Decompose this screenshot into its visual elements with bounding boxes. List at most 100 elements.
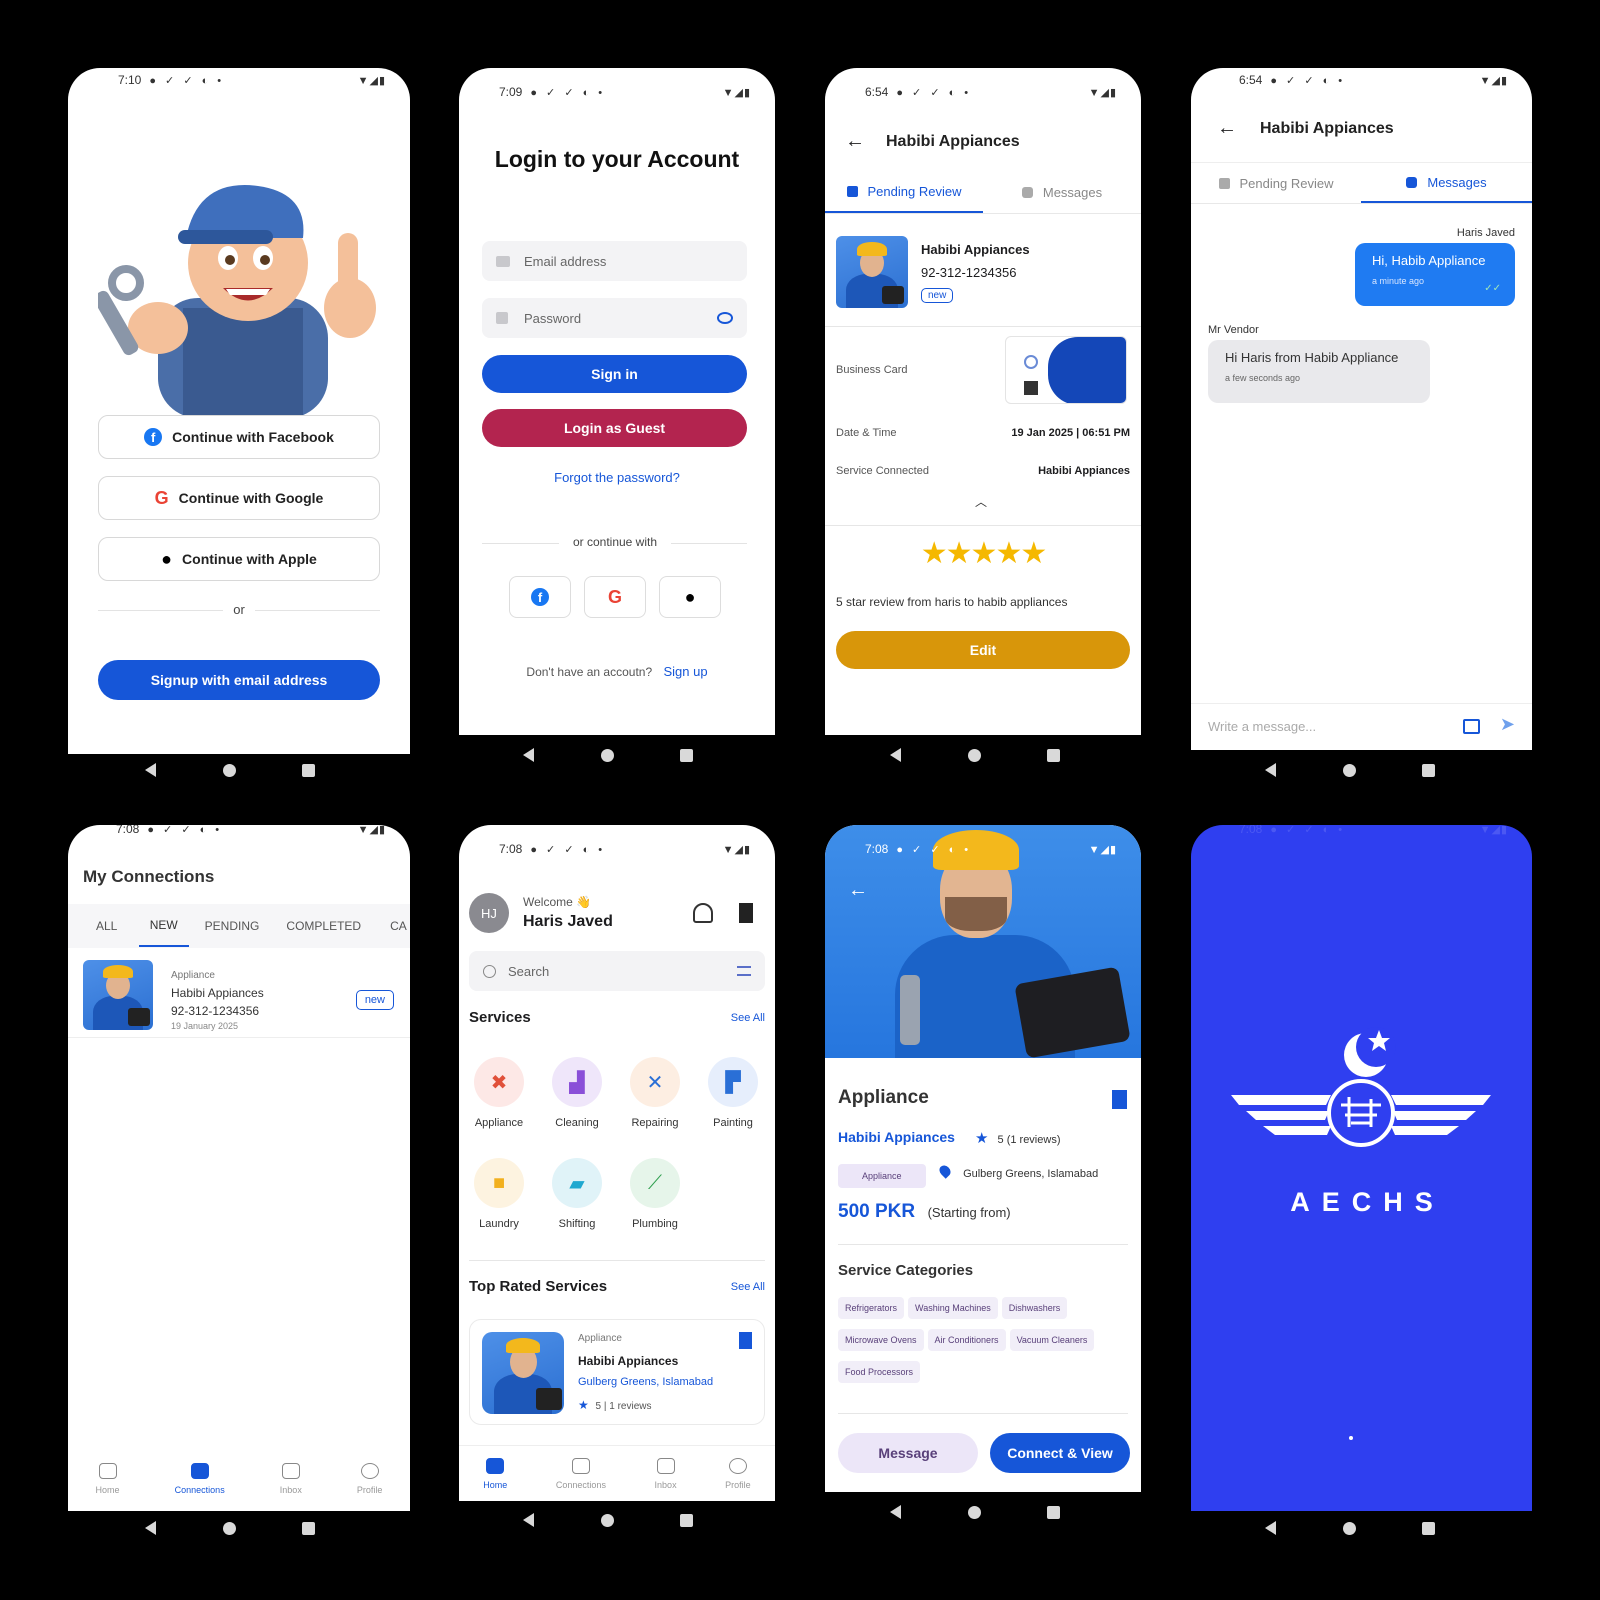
back-icon[interactable] — [145, 763, 156, 777]
password-field[interactable]: Password — [482, 298, 747, 338]
back-icon[interactable] — [145, 1521, 156, 1535]
status-badge: new — [921, 288, 954, 303]
login-guest-button[interactable]: Login as Guest — [482, 409, 747, 447]
recent-apps-icon[interactable] — [302, 763, 315, 777]
service-appliance[interactable]: ✖ Appliance — [464, 1057, 534, 1129]
facebook-square-button[interactable]: f — [509, 576, 571, 618]
connections-icon — [190, 1463, 209, 1479]
tab-pending[interactable]: PENDING — [205, 919, 265, 933]
recent-apps-icon[interactable] — [1422, 1521, 1435, 1535]
top-rated-see-all[interactable]: See All — [731, 1281, 765, 1293]
nav-connections[interactable]: Connections — [175, 1463, 225, 1495]
home-circle-icon[interactable] — [600, 1513, 614, 1527]
back-arrow-icon[interactable]: ← — [1217, 117, 1237, 140]
service-plumbing[interactable]: ⟋ Plumbing — [620, 1158, 690, 1230]
nav-connections[interactable]: Connections — [556, 1457, 606, 1490]
recent-apps-icon[interactable] — [302, 1521, 315, 1535]
nav-profile[interactable]: Profile — [725, 1457, 751, 1490]
home-circle-icon[interactable] — [967, 748, 981, 762]
avatar[interactable]: HJ — [469, 893, 509, 933]
google-square-button[interactable]: G — [584, 576, 646, 618]
service-repairing[interactable]: ✕ Repairing — [620, 1057, 690, 1129]
continue-facebook-button[interactable]: f Continue with Facebook — [98, 415, 380, 459]
recent-apps-icon[interactable] — [680, 1513, 693, 1527]
recent-apps-icon[interactable] — [680, 748, 693, 762]
vendor-link[interactable]: Habibi Appiances — [838, 1129, 955, 1145]
tab-pending-review[interactable]: Pending Review — [825, 172, 983, 213]
tab-messages[interactable]: Messages — [1361, 163, 1532, 203]
profile-icon — [728, 1457, 747, 1474]
edit-button[interactable]: Edit — [836, 631, 1130, 669]
nav-inbox[interactable]: Inbox — [655, 1457, 677, 1490]
recent-apps-icon[interactable] — [1047, 1505, 1060, 1519]
apple-square-button[interactable]: ● — [659, 576, 721, 618]
nav-home[interactable]: Home — [96, 1463, 120, 1495]
category-chip-item[interactable]: Food Processors — [838, 1361, 921, 1383]
sign-up-link[interactable]: Sign up — [663, 664, 707, 679]
connect-view-button[interactable]: Connect & View — [990, 1433, 1130, 1473]
filter-icon[interactable] — [737, 966, 751, 976]
nav-home[interactable]: Home — [483, 1457, 507, 1490]
tab-cancelled[interactable]: CA — [390, 919, 410, 933]
received-message-bubble[interactable]: Hi Haris from Habib Appliance a few seco… — [1208, 340, 1430, 403]
service-painting[interactable]: ▛ Painting — [698, 1057, 768, 1129]
back-icon[interactable] — [890, 1505, 901, 1519]
bookmark-icon[interactable] — [1112, 1090, 1127, 1109]
recent-apps-icon[interactable] — [1422, 763, 1435, 777]
category-chip-item[interactable]: Washing Machines — [908, 1297, 998, 1319]
send-icon[interactable]: ➤ — [1500, 714, 1515, 735]
bell-icon[interactable] — [693, 903, 713, 923]
services-see-all[interactable]: See All — [731, 1012, 765, 1024]
nav-inbox[interactable]: Inbox — [280, 1463, 302, 1495]
status-icons: ● ✓ ✓ ◐ • — [149, 74, 225, 87]
nav-profile[interactable]: Profile — [357, 1463, 382, 1495]
category-chip-item[interactable]: Microwave Ovens — [838, 1329, 924, 1351]
category-chip-item[interactable]: Vacuum Cleaners — [1009, 1329, 1095, 1351]
back-icon[interactable] — [890, 748, 901, 762]
category-chip-item[interactable]: Refrigerators — [838, 1297, 905, 1319]
service-shifting[interactable]: ▰ Shifting — [542, 1158, 612, 1230]
home-circle-icon[interactable] — [222, 1521, 236, 1535]
service-label: Plumbing — [632, 1218, 678, 1230]
back-arrow-icon[interactable]: ← — [845, 130, 865, 153]
bookmark-icon[interactable] — [739, 903, 753, 923]
tab-new[interactable]: NEW — [138, 905, 189, 947]
chevron-up-icon[interactable]: ︿ — [975, 493, 987, 510]
email-field[interactable]: Email address — [482, 241, 747, 281]
back-arrow-icon[interactable]: ← — [848, 879, 868, 902]
bookmark-icon[interactable] — [739, 1332, 752, 1349]
home-circle-icon[interactable] — [600, 748, 614, 762]
service-cleaning[interactable]: ▟ Cleaning — [542, 1057, 612, 1129]
forgot-password-link[interactable]: Forgot the password? — [459, 470, 775, 485]
tab-messages[interactable]: Messages — [983, 172, 1141, 213]
sent-message-bubble[interactable]: Hi, Habib Appliance a minute ago ✓✓ — [1355, 243, 1515, 306]
recent-apps-icon[interactable] — [1047, 748, 1060, 762]
category-chip-item[interactable]: Air Conditioners — [927, 1329, 1006, 1351]
tab-messages-label: Messages — [1427, 174, 1487, 190]
back-icon[interactable] — [523, 1513, 534, 1527]
list-item[interactable]: Appliance Habibi Appiances 92-312-123435… — [68, 948, 410, 1038]
home-circle-icon[interactable] — [222, 763, 236, 777]
message-button[interactable]: Message — [838, 1433, 978, 1473]
status-icons: ● ✓ ✓ ◐ • — [530, 86, 606, 99]
category-chip-item[interactable]: Dishwashers — [1001, 1297, 1068, 1319]
signup-email-button[interactable]: Signup with email address — [98, 660, 380, 700]
sign-in-button[interactable]: Sign in — [482, 355, 747, 393]
search-input[interactable]: Search — [469, 951, 765, 991]
eye-off-icon[interactable] — [717, 312, 733, 324]
back-icon[interactable] — [1265, 1521, 1276, 1535]
tab-pending-review[interactable]: Pending Review — [1191, 163, 1361, 203]
continue-google-button[interactable]: G Continue with Google — [98, 476, 380, 520]
back-icon[interactable] — [523, 748, 534, 762]
home-circle-icon[interactable] — [1342, 1521, 1356, 1535]
top-rated-card[interactable]: Appliance Habibi Appiances Gulberg Green… — [469, 1319, 765, 1425]
tab-all[interactable]: ALL — [96, 919, 136, 933]
service-laundry[interactable]: ■ Laundry — [464, 1158, 534, 1230]
home-circle-icon[interactable] — [1342, 763, 1356, 777]
message-input[interactable]: Write a message... — [1208, 719, 1316, 734]
image-upload-icon[interactable] — [1463, 719, 1480, 734]
home-circle-icon[interactable] — [967, 1505, 981, 1519]
back-icon[interactable] — [1265, 763, 1276, 777]
tab-completed[interactable]: COMPLETED — [286, 919, 376, 933]
continue-apple-button[interactable]: ● Continue with Apple — [98, 537, 380, 581]
